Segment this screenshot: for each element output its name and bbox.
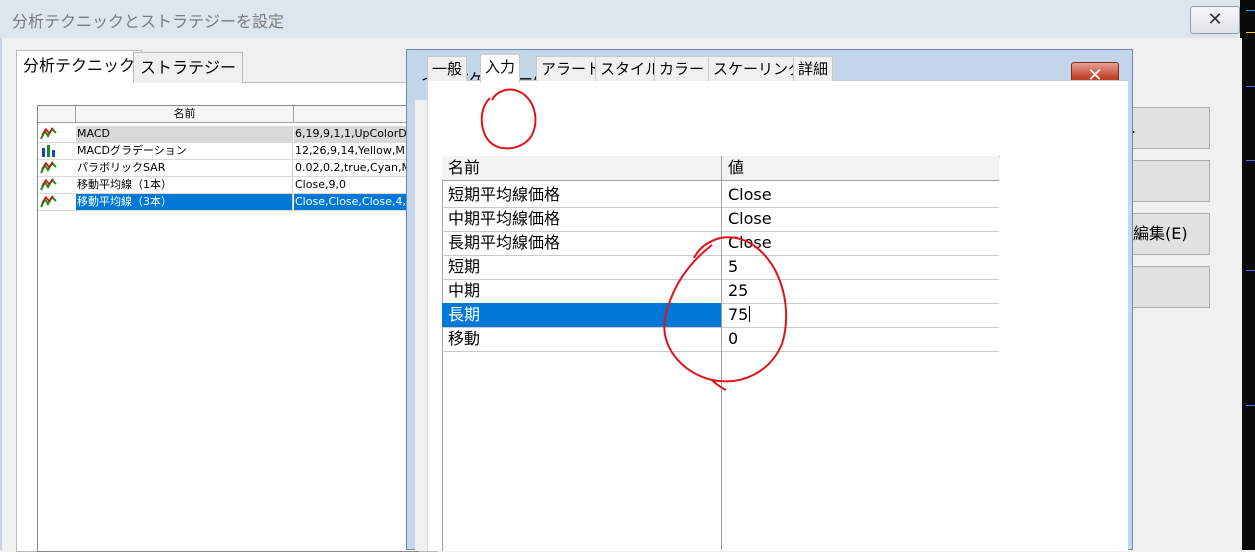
list-item[interactable]: パラボリックSAR 0.02,0.2,true,Cyan,M: [38, 160, 418, 177]
list-item-value: 0.02,0.2,true,Cyan,M: [295, 161, 411, 174]
list-item[interactable]: 移動平均線（1本） Close,9,0: [38, 177, 418, 194]
histogram-icon: [42, 145, 55, 157]
chart-line: [1246, 10, 1255, 11]
close-icon: ✕: [1207, 9, 1223, 30]
tab-strategy[interactable]: ストラテジー: [133, 52, 244, 83]
edit-button-label: を編集(E): [1133, 224, 1188, 243]
list-header-icon-col: [38, 106, 76, 122]
param-name: 短期平均線価格: [448, 185, 561, 204]
chart-line: [1246, 270, 1255, 271]
outer-window-title: 分析テクニックとストラテジーを設定: [12, 12, 285, 31]
outer-close-button[interactable]: ✕: [1190, 6, 1240, 34]
list-item-name: 移動平均線（3本）: [76, 194, 293, 210]
list-item-value: Close,Close,Close,4,9: [294, 194, 418, 210]
indicator-icon: [40, 127, 57, 140]
side-button-2[interactable]: [1132, 160, 1210, 202]
param-value-editor[interactable]: 75: [728, 303, 998, 327]
list-item-value: 6,19,9,1,1,UpColorD: [294, 126, 418, 142]
chart-line: [1246, 86, 1255, 87]
outer-titlebar: 分析テクニックとストラテジーを設定: [0, 0, 1240, 38]
list-header: 名前: [38, 106, 418, 123]
indicator-list[interactable]: 名前 MACD 6,19,9,1,1,UpColorD MACDグラデーション …: [37, 105, 419, 552]
indicator-icon: [40, 161, 57, 174]
list-item-value: 12,26,9,14,Yellow,M: [295, 144, 405, 157]
param-value[interactable]: Close: [728, 183, 998, 207]
chart-line: [1246, 160, 1255, 161]
chart-line: [1246, 405, 1255, 406]
param-name: 長期平均線価格: [448, 233, 561, 252]
param-name: 移動: [448, 329, 481, 348]
grid-header-value: 値: [728, 158, 745, 177]
tab-general[interactable]: 一般: [427, 56, 468, 81]
tab-analysis-technique[interactable]: 分析テクニック: [16, 50, 143, 83]
param-value[interactable]: Close: [728, 207, 998, 231]
param-value[interactable]: 25: [728, 279, 998, 303]
tab-details[interactable]: 詳細: [793, 56, 834, 81]
list-item-name: MACD: [76, 126, 293, 142]
chart-line: [1246, 32, 1255, 33]
grid-header-name: 名前: [448, 158, 481, 177]
grid-column-divider: [721, 156, 722, 550]
param-name: 中期: [448, 281, 481, 300]
list-item[interactable]: 移動平均線（3本） Close,Close,Close,4,9: [38, 194, 418, 211]
param-value[interactable]: 5: [728, 255, 998, 279]
list-header-name[interactable]: 名前: [76, 106, 294, 122]
tab-color[interactable]: カラー: [654, 56, 710, 81]
side-button-4[interactable]: [1132, 266, 1210, 308]
background-chart-strip: [1240, 0, 1255, 550]
param-value[interactable]: 0: [728, 327, 998, 351]
indicator-icon: [40, 178, 57, 191]
param-value[interactable]: Close: [728, 231, 998, 255]
side-button-1[interactable]: .: [1132, 107, 1210, 149]
param-value-text: 75: [728, 305, 749, 324]
edit-button[interactable]: を編集(E): [1132, 213, 1210, 255]
text-caret: [749, 306, 751, 322]
param-name: 短期: [448, 257, 481, 276]
indicator-icon: [40, 195, 57, 208]
param-name: 中期平均線価格: [448, 209, 561, 228]
param-name: 長期: [442, 303, 721, 327]
list-item[interactable]: MACDグラデーション 12,26,9,14,Yellow,M: [38, 143, 418, 160]
tab-input[interactable]: 入力: [480, 54, 521, 83]
list-item-name: パラボリックSAR: [76, 160, 293, 176]
list-item-name: MACDグラデーション: [76, 143, 293, 159]
list-item[interactable]: MACD 6,19,9,1,1,UpColorD: [38, 126, 418, 143]
list-item-value: Close,9,0: [295, 178, 346, 191]
list-item-name: 移動平均線（1本）: [76, 177, 293, 193]
